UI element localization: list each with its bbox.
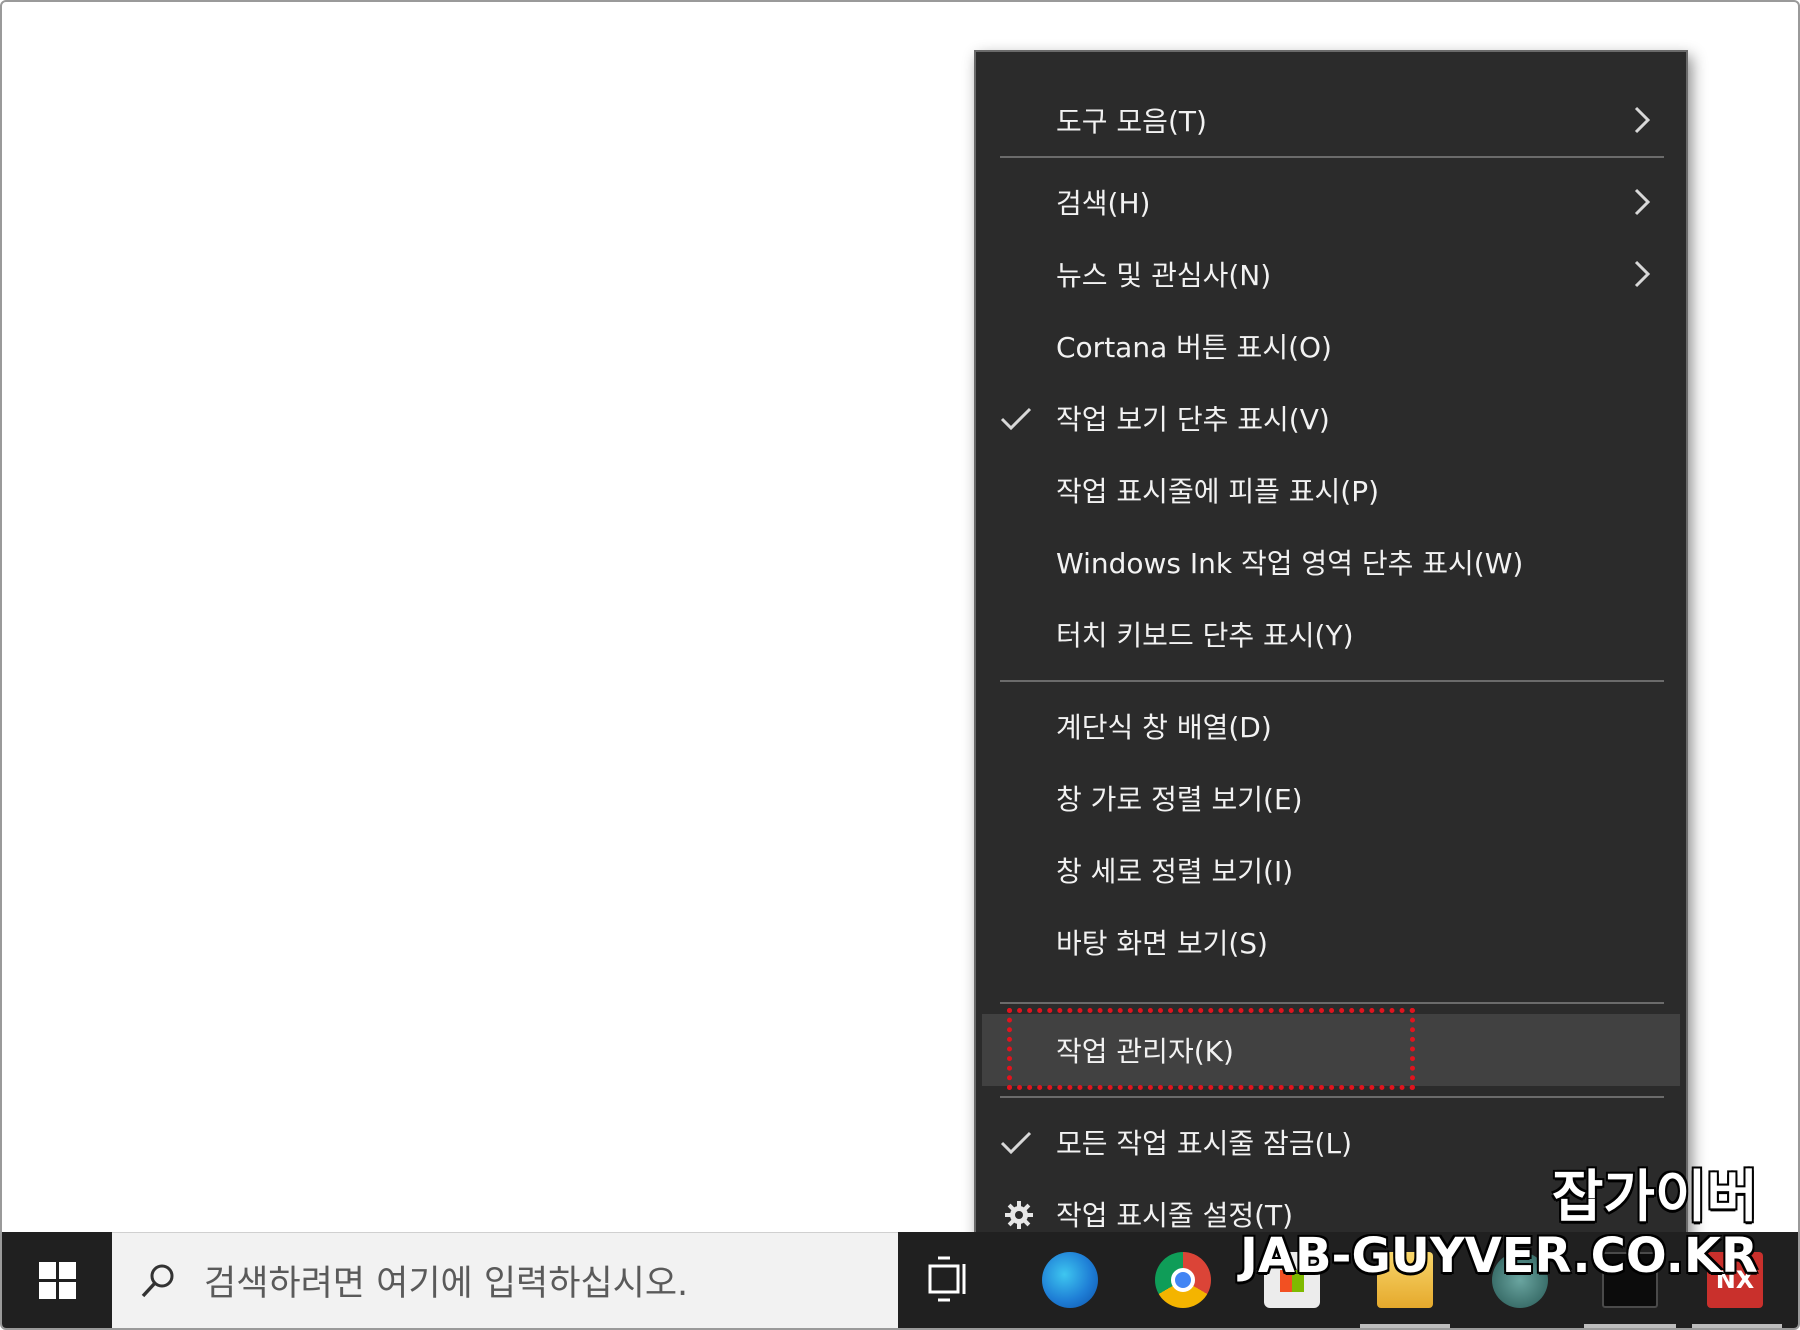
checkmark-icon xyxy=(1000,1131,1032,1155)
menu-item-windows-ink[interactable]: Windows Ink 작업 영역 단추 표시(W) xyxy=(976,526,1686,598)
running-indicator xyxy=(1692,1324,1782,1328)
menu-separator xyxy=(1000,680,1664,682)
task-view-icon[interactable] xyxy=(924,1254,974,1304)
menu-item-search[interactable]: 검색(H) xyxy=(976,166,1686,238)
watermark-site: JAB-GUYVER.CO.KR xyxy=(1239,1228,1758,1284)
menu-separator xyxy=(1000,1096,1664,1098)
menu-item-task-view[interactable]: 작업 보기 단추 표시(V) xyxy=(976,382,1686,454)
menu-item-label: Cortana 버튼 표시(O) xyxy=(1056,331,1332,364)
menu-item-news-interests[interactable]: 뉴스 및 관심사(N) xyxy=(976,238,1686,310)
menu-item-label: 검색(H) xyxy=(1056,187,1151,220)
chevron-right-icon xyxy=(1634,260,1651,288)
menu-item-label: 창 세로 정렬 보기(I) xyxy=(1056,855,1294,888)
menu-item-people[interactable]: 작업 표시줄에 피플 표시(P) xyxy=(976,454,1686,526)
start-button[interactable] xyxy=(2,1232,112,1328)
menu-item-label: 계단식 창 배열(D) xyxy=(1056,711,1272,744)
menu-item-label: 터치 키보드 단추 표시(Y) xyxy=(1056,619,1354,652)
chevron-right-icon xyxy=(1634,106,1651,134)
watermark-name: 잡가이버 xyxy=(1551,1165,1758,1230)
chevron-right-icon xyxy=(1634,188,1651,216)
taskbar-context-menu: 도구 모음(T) 검색(H) 뉴스 및 관심사(N) Cortana 버튼 표시… xyxy=(974,50,1688,1268)
menu-item-show-desktop[interactable]: 바탕 화면 보기(S) xyxy=(976,906,1686,978)
running-indicator xyxy=(1584,1324,1676,1328)
menu-item-label: 모든 작업 표시줄 잠금(L) xyxy=(1056,1127,1352,1160)
edge-icon[interactable] xyxy=(1042,1252,1098,1308)
menu-item-label: 바탕 화면 보기(S) xyxy=(1056,927,1268,960)
menu-item-label: 창 가로 정렬 보기(E) xyxy=(1056,783,1303,816)
taskbar-search-box[interactable]: 검색하려면 여기에 입력하십시오. xyxy=(112,1232,898,1328)
menu-item-label: Windows Ink 작업 영역 단추 표시(W) xyxy=(1056,547,1524,580)
menu-item-label: 뉴스 및 관심사(N) xyxy=(1056,259,1272,292)
menu-item-label: 작업 보기 단추 표시(V) xyxy=(1056,403,1330,436)
menu-item-label: 작업 표시줄에 피플 표시(P) xyxy=(1056,475,1380,508)
gear-icon xyxy=(1005,1201,1033,1229)
screen: 도구 모음(T) 검색(H) 뉴스 및 관심사(N) Cortana 버튼 표시… xyxy=(0,0,1800,1330)
search-icon xyxy=(141,1264,174,1297)
menu-item-label: 도구 모음(T) xyxy=(1056,105,1207,138)
chrome-icon[interactable] xyxy=(1155,1252,1211,1308)
menu-item-cascade[interactable]: 계단식 창 배열(D) xyxy=(976,690,1686,762)
menu-item-label: 작업 관리자(K) xyxy=(1056,1035,1234,1068)
menu-item-stacked[interactable]: 창 가로 정렬 보기(E) xyxy=(976,762,1686,834)
menu-item-cortana[interactable]: Cortana 버튼 표시(O) xyxy=(976,310,1686,382)
menu-item-task-manager[interactable]: 작업 관리자(K) xyxy=(982,1014,1680,1086)
menu-item-touch-keyboard[interactable]: 터치 키보드 단추 표시(Y) xyxy=(976,598,1686,670)
menu-item-side-by-side[interactable]: 창 세로 정렬 보기(I) xyxy=(976,834,1686,906)
checkmark-icon xyxy=(1000,407,1032,431)
running-indicator xyxy=(1360,1324,1450,1328)
menu-item-toolbars[interactable]: 도구 모음(T) xyxy=(976,84,1686,156)
search-placeholder: 검색하려면 여기에 입력하십시오. xyxy=(204,1264,689,1304)
menu-separator xyxy=(1000,156,1664,158)
menu-separator xyxy=(1000,1002,1664,1004)
windows-logo-icon xyxy=(38,1261,76,1299)
